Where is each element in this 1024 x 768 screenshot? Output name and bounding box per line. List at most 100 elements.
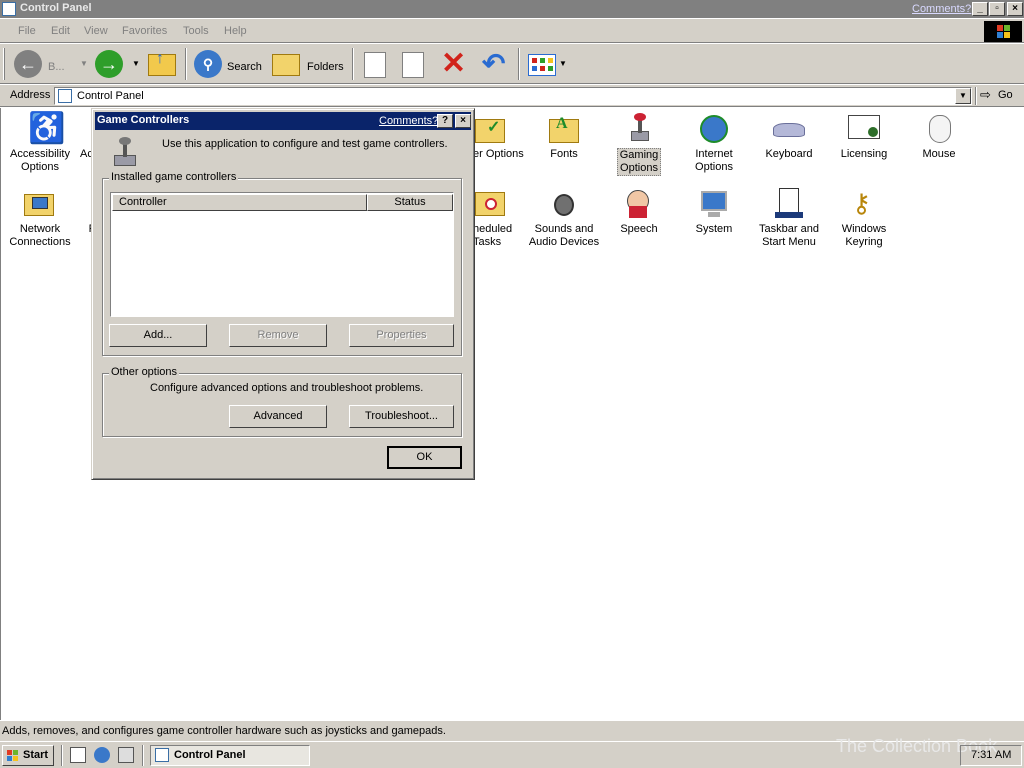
views-icon — [528, 54, 556, 76]
cp-item-scheduled-tasks[interactable]: heduled Tasks — [473, 188, 521, 249]
copy-to-icon — [402, 52, 424, 78]
restore-button[interactable]: ▫ — [989, 2, 1005, 16]
menu-favorites[interactable]: Favorites — [122, 25, 167, 37]
views-button[interactable]: ▼ — [526, 48, 568, 80]
copy-to-button[interactable] — [398, 48, 430, 80]
search-label: Search — [227, 61, 262, 73]
clock[interactable]: 7:31 AM — [971, 749, 1011, 761]
folders-icon — [272, 54, 300, 76]
toolbar: ← B... ▼ → ▼ ↑ ⚲ Search Folders ✕ ↶ ▼ — [0, 44, 1024, 84]
taskbar-button-control-panel[interactable]: Control Panel — [150, 745, 310, 766]
cp-item-taskbar-start-menu[interactable]: Taskbar and Start Menu — [753, 188, 825, 249]
cp-item-label: Sounds and Audio Devices — [528, 223, 600, 248]
remove-button[interactable]: Remove — [229, 324, 327, 347]
show-desktop-icon[interactable] — [70, 747, 86, 763]
back-button[interactable]: ← B... ▼ — [12, 48, 92, 80]
forward-arrow-icon: → — [95, 50, 123, 78]
cp-item-windows-keyring[interactable]: ⚷ Windows Keyring — [828, 188, 900, 249]
dialog-titlebar[interactable]: Game Controllers Comments? ? × — [95, 112, 471, 130]
properties-button[interactable]: Properties — [349, 324, 454, 347]
column-header-status[interactable]: Status — [367, 194, 453, 211]
delete-x-icon: ✕ — [441, 47, 467, 80]
cp-item-gaming-options[interactable]: Gaming Options — [603, 113, 675, 176]
menu-bar: File Edit View Favorites Tools Help — [0, 19, 1024, 43]
move-to-button[interactable] — [360, 48, 392, 80]
close-button[interactable]: × — [1007, 2, 1023, 16]
joystick-icon — [108, 137, 142, 169]
cp-item-network-connections[interactable]: Network Connections — [4, 188, 76, 249]
help-button[interactable]: ? — [437, 114, 453, 128]
cp-item-label: Mouse — [922, 148, 956, 160]
control-panel-icon — [58, 89, 72, 103]
cp-item-folder-options[interactable]: ✓ er Options — [473, 113, 529, 161]
minimize-button[interactable]: _ — [972, 2, 988, 16]
mouse-icon — [923, 113, 955, 145]
taskbar-button-label: Control Panel — [174, 749, 246, 761]
cp-item-add-hardware[interactable]: Ac — [45, 113, 93, 161]
go-button[interactable]: ⇨ Go — [980, 87, 1020, 104]
cp-item-sounds-audio[interactable]: Sounds and Audio Devices — [528, 188, 600, 249]
folders-label: Folders — [307, 61, 344, 73]
start-button[interactable]: Start — [2, 745, 54, 766]
cp-item-label: Taskbar and Start Menu — [759, 223, 819, 248]
menu-file[interactable]: File — [18, 25, 36, 37]
fonts-icon: A — [548, 113, 580, 145]
search-button[interactable]: ⚲ Search — [192, 48, 264, 80]
add-hardware-icon — [55, 113, 75, 145]
controllers-list[interactable]: Controller Status — [110, 192, 454, 317]
address-value: Control Panel — [77, 90, 144, 102]
cp-item-fonts[interactable]: A Fonts — [528, 113, 600, 161]
toolbar-separator — [185, 48, 187, 80]
cp-item-internet-options[interactable]: Internet Options — [678, 113, 750, 174]
folders-button[interactable]: Folders — [270, 48, 346, 80]
cp-item-label: Gaming Options — [616, 148, 662, 176]
cp-item-label: Network Connections — [9, 223, 71, 248]
internet-explorer-icon[interactable] — [94, 747, 110, 763]
undo-icon: ↶ — [482, 48, 506, 79]
quick-launch-icon[interactable] — [118, 747, 134, 763]
dialog-close-button[interactable]: × — [455, 114, 471, 128]
ok-button[interactable]: OK — [387, 446, 462, 469]
advanced-button[interactable]: Advanced — [229, 405, 327, 428]
cp-item-label: System — [695, 223, 733, 235]
address-dropdown-button[interactable]: ▼ — [955, 88, 971, 104]
menu-help[interactable]: Help — [224, 25, 247, 37]
taskbar: Start Control Panel The Collection Book … — [0, 736, 1024, 768]
windows-logo-icon — [984, 21, 1022, 42]
installed-controllers-title: Installed game controllers — [109, 171, 239, 183]
go-arrow-icon: ⇨ — [980, 87, 991, 102]
cp-item-speech[interactable]: Speech — [603, 188, 675, 236]
add-button[interactable]: Add... — [109, 324, 207, 347]
cp-item-keyboard[interactable]: Keyboard — [753, 113, 825, 161]
undo-button[interactable]: ↶ — [480, 48, 512, 80]
speech-icon — [623, 188, 655, 220]
dialog-comments-link[interactable]: Comments? — [379, 115, 438, 127]
dialog-description: Use this application to configure and te… — [162, 138, 448, 150]
keyboard-icon — [773, 113, 805, 145]
search-icon: ⚲ — [194, 50, 222, 78]
column-header-controller[interactable]: Controller — [112, 194, 367, 211]
views-dropdown-icon[interactable]: ▼ — [559, 59, 567, 68]
menu-tools[interactable]: Tools — [183, 25, 209, 37]
cp-item-licensing[interactable]: Licensing — [828, 113, 900, 161]
folder-options-icon: ✓ — [475, 113, 507, 145]
menu-view[interactable]: View — [84, 25, 108, 37]
address-bar: Address Control Panel ▼ ⇨ Go — [0, 85, 1024, 107]
windows-logo-icon — [7, 750, 19, 762]
menu-edit[interactable]: Edit — [51, 25, 70, 37]
comments-link[interactable]: Comments? — [912, 3, 971, 15]
cp-item-label: Windows Keyring — [841, 223, 887, 248]
forward-button[interactable]: → ▼ — [94, 48, 144, 80]
delete-button[interactable]: ✕ — [438, 47, 470, 80]
back-dropdown-icon[interactable]: ▼ — [80, 59, 88, 68]
forward-dropdown-icon[interactable]: ▼ — [132, 59, 140, 68]
control-panel-icon — [2, 2, 16, 16]
dialog-title: Game Controllers — [97, 114, 190, 126]
up-folder-button[interactable]: ↑ — [146, 48, 178, 80]
cp-item-mouse[interactable]: Mouse — [903, 113, 975, 161]
address-field[interactable]: Control Panel — [54, 87, 972, 105]
troubleshoot-button[interactable]: Troubleshoot... — [349, 405, 454, 428]
window-titlebar[interactable]: Control Panel Comments? _ ▫ × — [0, 0, 1024, 18]
back-label: B... — [48, 61, 65, 73]
cp-item-system[interactable]: System — [678, 188, 750, 236]
